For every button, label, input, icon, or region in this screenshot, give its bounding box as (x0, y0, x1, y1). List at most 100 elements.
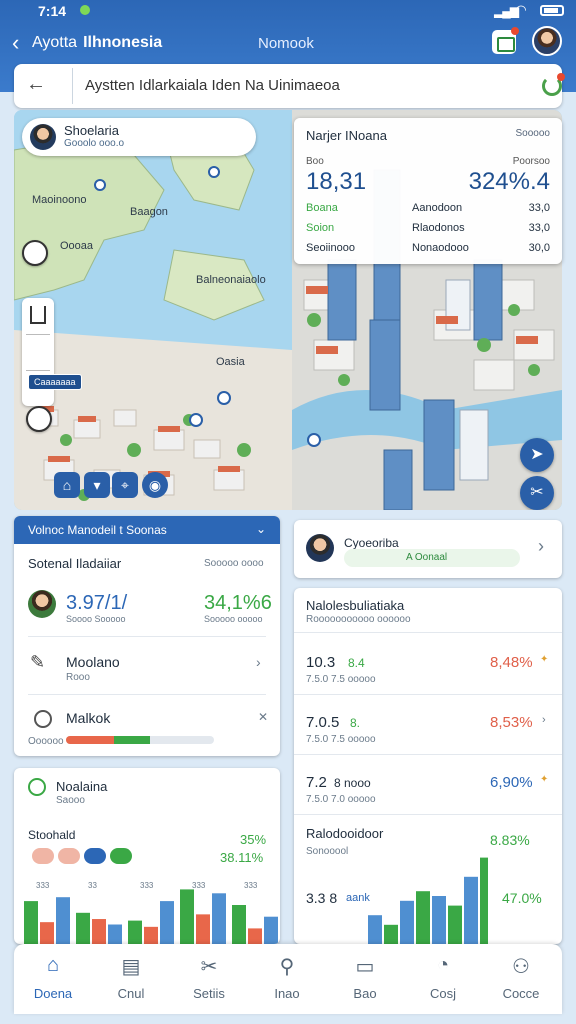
tab-doena[interactable]: ⌂ Doena (14, 944, 92, 1014)
search-input[interactable] (72, 68, 518, 104)
chevron-right-icon[interactable]: › (256, 654, 261, 670)
app-title-part-b: Ilhnonesia (83, 34, 163, 51)
list-item-title[interactable]: Moolano (66, 654, 120, 670)
tab-cocce[interactable]: ⚇ Cocce (482, 944, 560, 1014)
tab-cosj[interactable]: ◔ Cosj (404, 944, 482, 1014)
list-item-title[interactable]: Malkok (66, 710, 110, 726)
star-icon: ✦ (540, 654, 549, 665)
avatar (28, 590, 56, 618)
tick-label: 33 (88, 881, 97, 890)
divider (28, 636, 266, 637)
navigate-icon[interactable]: ➤ (520, 438, 554, 472)
chart-bar (160, 901, 174, 944)
zoom-icon[interactable]: ◉ (142, 472, 168, 498)
stats-row-label: Soion (306, 222, 335, 234)
compass-icon[interactable] (26, 406, 52, 432)
chart-value: 3.3 8 (306, 890, 338, 906)
notepad-icon: ▭ (355, 956, 375, 978)
battery-icon (540, 5, 564, 16)
status-bar: 7:14 ▂▄▆ ◠ (0, 0, 576, 22)
tools-icon: ✂ (200, 956, 218, 978)
stats-title: Narjer INoana (306, 128, 387, 143)
avatar[interactable] (532, 26, 562, 56)
card-header: Volnoc Manodeil t Soonas ⌄ (14, 516, 280, 544)
list-delta: 8. (350, 716, 361, 730)
list-delta: 8.4 (348, 656, 365, 670)
status-time: 7:14 (38, 3, 67, 19)
signature-icon: ✎ (30, 652, 46, 672)
filter-icon[interactable]: ⌂ (54, 472, 80, 498)
chevron-down-icon[interactable]: ⌄ (256, 522, 266, 536)
chart-bar (180, 889, 194, 944)
metric-sub-a: Soooo Sooooo (66, 614, 126, 624)
tab-setiis[interactable]: ✂ Setiis (170, 944, 248, 1014)
tab-label: Cnul (117, 986, 145, 1001)
user-card-title: Cyoeoriba (344, 536, 399, 550)
chart-bar (464, 876, 478, 944)
map-user-chip[interactable]: Shoelaria Gooolo ooo.o (22, 118, 256, 156)
refresh-icon[interactable] (542, 73, 565, 96)
tick-label: 333 (140, 881, 154, 890)
chart-bar (416, 891, 430, 944)
gauge-icon: ◔ (436, 954, 450, 976)
divider (26, 370, 50, 371)
bottom-tab-bar: ⌂ Doena ▤ Cnul ✂ Setiis ⚲ Inao ▭ Bao ◔ Cosj ⚇ Cocce (14, 944, 562, 1014)
user-card[interactable]: Cyoeoriba A Oonaal › (294, 520, 562, 578)
chart-bar (128, 920, 142, 944)
person-pin-icon: ⚲ (279, 956, 295, 978)
list-delta: 8 nooo (334, 776, 371, 790)
list-item-sub: Rooo (66, 672, 90, 683)
list-sub: 7.5.0 7.5 ooooo (306, 674, 376, 685)
arrow-left-icon[interactable]: ← (26, 73, 46, 96)
ranking-card: Nalolesbuliatiaka Rooooooooooo oooooo 10… (294, 588, 562, 944)
chart-card-sub: Saooo (56, 795, 85, 806)
marker-icon[interactable]: ⌖ (112, 472, 138, 498)
chart-bar (432, 896, 446, 944)
leaf-icon (34, 710, 52, 728)
tab-label: Doena (33, 986, 73, 1001)
chart-pct-b: 47.0% (502, 890, 542, 906)
tick-label: 333 (192, 881, 206, 890)
chart-bar (384, 924, 398, 944)
tab-label: Cosj (429, 986, 456, 1001)
chevron-right-icon[interactable]: › (538, 536, 544, 557)
tab-bao[interactable]: ▭ Bao (326, 944, 404, 1014)
chart-card: Noalaina Saooo Stoohald 35% 38.11% 333 33… (14, 768, 280, 944)
list-card-title: Nalolesbuliatiaka (306, 598, 405, 613)
map-label: Maoinoono (32, 194, 87, 206)
tab-inao[interactable]: ⚲ Inao (248, 944, 326, 1014)
map-label: Balneonaiaolo (196, 274, 266, 286)
home-icon: ⌂ (46, 954, 60, 976)
divider (294, 814, 562, 815)
app-title: Ayotta Ilhnonesia (32, 34, 162, 52)
chart-bar (108, 924, 122, 944)
chart-bar (92, 919, 106, 944)
tick-label: 333 (244, 881, 258, 890)
close-icon[interactable]: ✕ (258, 710, 268, 724)
header-subtitle: Nomook (258, 35, 314, 52)
wifi-icon: ◠ (516, 2, 526, 17)
caret-right-icon[interactable]: › (542, 714, 546, 726)
list-sub: 7.5.0 7.0 ooooo (306, 794, 376, 805)
chart-sub: Sonooool (306, 846, 349, 857)
map-tag[interactable]: Caaaaaaa (28, 374, 82, 390)
status-badge: A Oonaal (344, 549, 520, 567)
tab-cnul[interactable]: ▤ Cnul (92, 944, 170, 1014)
chart-bar (400, 900, 414, 944)
back-chevron-icon[interactable]: ‹ (12, 30, 19, 56)
map-label: Baagon (130, 206, 168, 218)
chart-bar (448, 905, 462, 944)
calendar-icon[interactable] (492, 27, 519, 54)
pin-icon[interactable]: ▾ (84, 472, 110, 498)
chart-bar (24, 901, 38, 944)
card-small-label: Sooooo oooo (204, 558, 264, 569)
people-icon: ⚇ (512, 956, 530, 978)
chart-bar (56, 897, 70, 944)
chart-bar (212, 893, 226, 944)
stats-row-label: Boana (306, 202, 338, 214)
locate-icon[interactable] (22, 240, 48, 266)
list-value: 7.2 (306, 774, 327, 791)
tab-label: Inao (274, 986, 300, 1001)
layers-icon[interactable] (30, 306, 46, 324)
tools-icon[interactable]: ✂ (520, 476, 554, 510)
